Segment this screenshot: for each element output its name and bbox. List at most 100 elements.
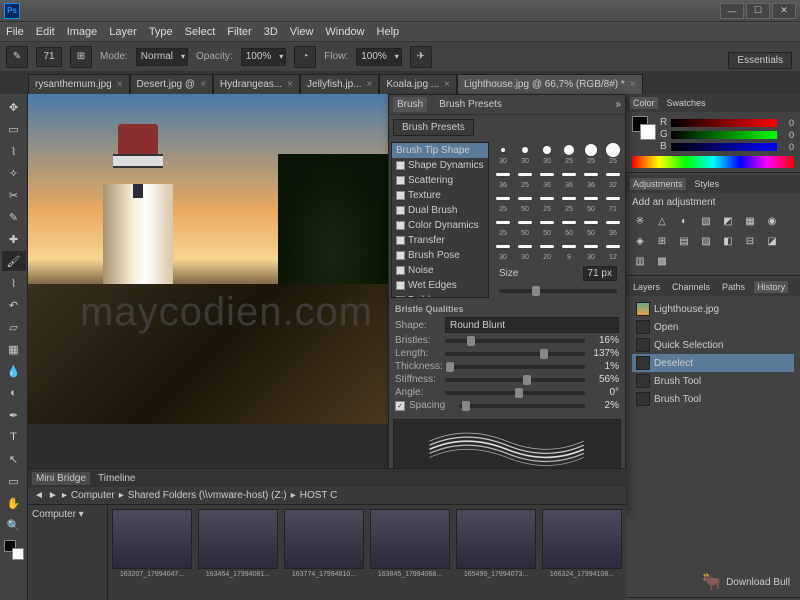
brush-option-dual-brush[interactable]: Dual Brush xyxy=(392,203,488,218)
brush-tip[interactable]: 25 xyxy=(603,142,623,165)
brush-tip[interactable]: 50 xyxy=(581,214,601,237)
chevron-right-icon[interactable]: » xyxy=(615,99,621,110)
r-value[interactable]: 0 xyxy=(780,118,794,128)
shape-tool-icon[interactable]: ▭ xyxy=(2,471,26,491)
spacing-slider[interactable] xyxy=(459,404,585,408)
dodge-tool-icon[interactable]: ◐ xyxy=(2,383,26,403)
brush-option-noise[interactable]: Noise xyxy=(392,263,488,278)
gradient-tool-icon[interactable]: ▦ xyxy=(2,339,26,359)
adjustment-icon[interactable]: ◪ xyxy=(764,234,780,248)
close-icon[interactable]: × xyxy=(630,79,636,90)
menu-window[interactable]: Window xyxy=(325,26,364,38)
b-value[interactable]: 0 xyxy=(780,142,794,152)
b-slider[interactable] xyxy=(671,143,777,151)
thumbnail[interactable]: 163845_17994068... xyxy=(370,509,450,596)
history-document[interactable]: Lighthouse.jpg xyxy=(632,300,794,318)
checkbox-icon[interactable] xyxy=(396,221,405,230)
brush-option-color-dynamics[interactable]: Color Dynamics xyxy=(392,218,488,233)
adjustment-icon[interactable]: ▥ xyxy=(632,254,648,268)
spacing-checkbox[interactable]: ✓ xyxy=(395,401,405,411)
back-icon[interactable]: ◄ xyxy=(34,490,44,501)
eyedropper-tool-icon[interactable]: ✎ xyxy=(2,207,26,227)
maximize-button[interactable]: ☐ xyxy=(746,3,770,19)
brush-tip[interactable]: 71 xyxy=(603,190,623,213)
doc-tab[interactable]: Desert.jpg @× xyxy=(130,74,213,94)
menu-layer[interactable]: Layer xyxy=(109,26,137,38)
brush-tip[interactable]: 30 xyxy=(515,238,535,261)
adjustment-icon[interactable]: ◧ xyxy=(720,234,736,248)
opacity-dropdown[interactable]: 100% xyxy=(241,48,287,66)
brush-option-build-up[interactable]: Build-up xyxy=(392,293,488,298)
lasso-tool-icon[interactable]: ⌇ xyxy=(2,141,26,161)
brush-tool-icon[interactable]: 🖌 xyxy=(2,251,26,271)
brush-presets-button[interactable]: Brush Presets xyxy=(393,119,474,136)
doc-tab[interactable]: rysanthemum.jpg× xyxy=(28,74,130,94)
pen-tool-icon[interactable]: ✒ xyxy=(2,405,26,425)
history-item[interactable]: Deselect xyxy=(632,354,794,372)
tab-channels[interactable]: Channels xyxy=(669,281,713,293)
size-value[interactable]: 71 px xyxy=(583,266,617,281)
airbrush-icon[interactable]: ✈ xyxy=(410,46,432,68)
brush-tip[interactable]: 32 xyxy=(603,166,623,189)
thumbnail[interactable]: 166324_17994108... xyxy=(542,509,622,596)
menu-image[interactable]: Image xyxy=(67,26,98,38)
thumbnail[interactable]: 165499_17994073... xyxy=(456,509,536,596)
brush-tip[interactable]: 9 xyxy=(559,238,579,261)
brush-tip[interactable]: 12 xyxy=(603,238,623,261)
path-tool-icon[interactable]: ↖ xyxy=(2,449,26,469)
brush-tip[interactable]: 20 xyxy=(537,238,557,261)
brush-tip[interactable]: 36 xyxy=(537,166,557,189)
adjustment-icon[interactable]: ※ xyxy=(632,214,648,228)
brush-tip[interactable]: 50 xyxy=(515,214,535,237)
brush-tip[interactable]: 30 xyxy=(493,238,513,261)
adjustment-icon[interactable]: ◉ xyxy=(764,214,780,228)
brush-tip[interactable]: 30 xyxy=(581,238,601,261)
wand-tool-icon[interactable]: ✧ xyxy=(2,163,26,183)
brush-option-transfer[interactable]: Transfer xyxy=(392,233,488,248)
checkbox-icon[interactable] xyxy=(396,176,405,185)
bristle-slider[interactable] xyxy=(445,391,585,395)
brush-tip[interactable]: 50 xyxy=(559,214,579,237)
checkbox-icon[interactable] xyxy=(396,191,405,200)
color-spectrum[interactable] xyxy=(632,156,794,168)
tab-styles[interactable]: Styles xyxy=(692,178,723,190)
doc-tab-active[interactable]: Lighthouse.jpg @ 66,7% (RGB/8#) *× xyxy=(457,74,643,94)
thumbnail[interactable]: 163774_17994810... xyxy=(284,509,364,596)
brush-tip[interactable]: 50 xyxy=(515,190,535,213)
brush-tip[interactable]: 25 xyxy=(493,190,513,213)
adjustment-icon[interactable]: ⊞ xyxy=(654,234,670,248)
close-icon[interactable]: × xyxy=(444,79,450,90)
menu-3d[interactable]: 3D xyxy=(264,26,278,38)
history-item[interactable]: Quick Selection xyxy=(632,336,794,354)
checkbox-icon[interactable] xyxy=(396,236,405,245)
brush-tip[interactable]: 50 xyxy=(537,214,557,237)
eraser-tool-icon[interactable]: ▱ xyxy=(2,317,26,337)
close-icon[interactable]: × xyxy=(200,79,206,90)
checkbox-icon[interactable] xyxy=(396,281,405,290)
bristle-slider[interactable] xyxy=(445,339,585,343)
minimize-button[interactable]: — xyxy=(720,3,744,19)
doc-tab[interactable]: Hydrangeas...× xyxy=(213,74,300,94)
history-item[interactable]: Open xyxy=(632,318,794,336)
bridge-sidebar[interactable]: Computer ▾ xyxy=(28,505,108,600)
tab-paths[interactable]: Paths xyxy=(719,281,748,293)
brush-tip[interactable]: 36 xyxy=(559,166,579,189)
zoom-tool-icon[interactable]: 🔍 xyxy=(2,515,26,535)
adjustment-icon[interactable]: ◈ xyxy=(632,234,648,248)
close-button[interactable]: ✕ xyxy=(772,3,796,19)
menu-file[interactable]: File xyxy=(6,26,24,38)
r-slider[interactable] xyxy=(671,119,777,127)
forward-icon[interactable]: ► xyxy=(48,490,58,501)
doc-tab[interactable]: Koala.jpg ...× xyxy=(379,74,457,94)
tab-color[interactable]: Color xyxy=(630,97,658,109)
brush-option-brush-pose[interactable]: Brush Pose xyxy=(392,248,488,263)
hand-tool-icon[interactable]: ✋ xyxy=(2,493,26,513)
brush-tip[interactable]: 50 xyxy=(581,190,601,213)
shape-dropdown[interactable]: Round Blunt xyxy=(445,317,619,333)
checkbox-icon[interactable] xyxy=(396,206,405,215)
brush-tip[interactable]: 36 xyxy=(581,166,601,189)
close-icon[interactable]: × xyxy=(287,79,293,90)
brush-option-texture[interactable]: Texture xyxy=(392,188,488,203)
marquee-tool-icon[interactable]: ▭ xyxy=(2,119,26,139)
history-item[interactable]: Brush Tool xyxy=(632,372,794,390)
